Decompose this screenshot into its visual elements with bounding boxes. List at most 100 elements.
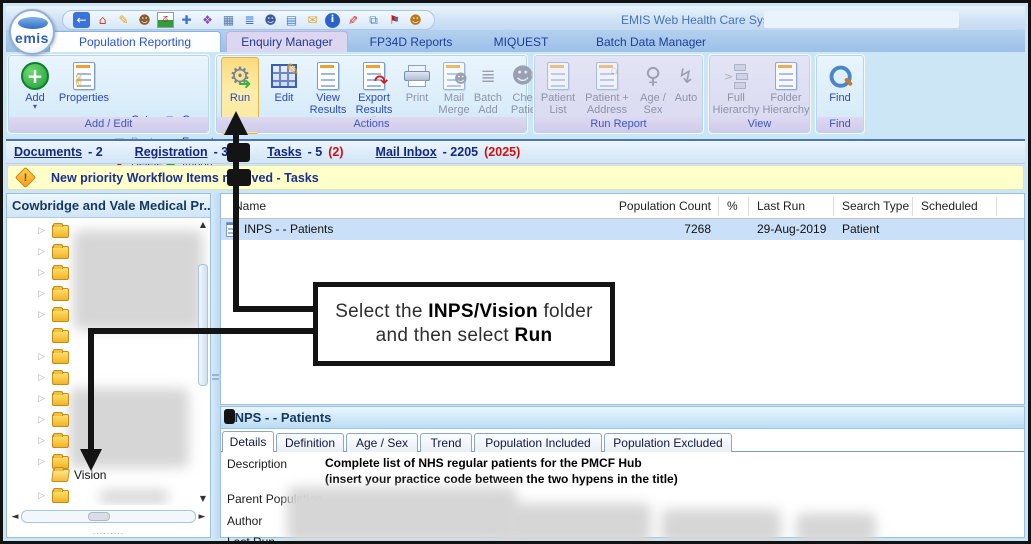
tree-folder-row[interactable]: ▷ <box>7 348 69 366</box>
red-pen-icon[interactable]: ✎ <box>345 12 361 29</box>
patient-list-button[interactable]: Patient List <box>537 58 579 120</box>
welsh-flag-icon[interactable]: ᘔ <box>157 12 174 28</box>
tasks-link[interactable]: Tasks - 5 (2) <box>267 145 343 159</box>
move-cross-icon[interactable]: ✚ <box>178 12 195 28</box>
properties-button[interactable]: ✌ Properties <box>58 58 110 120</box>
tab-enquiry-manager[interactable]: Enquiry Manager <box>226 31 348 52</box>
emis-logo[interactable]: emis <box>9 9 55 55</box>
find-button[interactable]: Find <box>820 58 860 120</box>
expand-icon[interactable]: ▷ <box>38 289 52 299</box>
emis-window: ← ⌂ ✎ ☻ ᘔ ✚ ❖ ▦ ≣ ☻ ▤ ✉ i ✎ ⧉ ⚑ ☻ ▾ EMIS… <box>0 0 1031 544</box>
mail-merge-button[interactable]: ☻ Mail Merge <box>434 58 474 120</box>
calendar-clock-icon[interactable]: ▦ <box>220 12 237 28</box>
description-value-line1: Complete list of NHS regular patients fo… <box>325 455 642 471</box>
mail-inbox-link[interactable]: Mail Inbox - 2205 (2025) <box>376 145 521 159</box>
expand-icon[interactable]: ▷ <box>38 436 52 446</box>
hscroll-track[interactable] <box>21 510 196 523</box>
column-scheduled[interactable]: Scheduled <box>921 194 978 219</box>
user-search-icon[interactable]: ☻ <box>136 12 153 28</box>
folder-icon <box>52 490 69 503</box>
export-results-button[interactable]: ↷ Export Results ▾ <box>350 58 398 120</box>
age-sex-button[interactable]: ♀ Age / Sex <box>634 58 672 120</box>
patient-address-button[interactable]: ⌂ Patient + Address <box>580 58 634 120</box>
table-row-inps-patients[interactable]: INPS - - Patients 7268 29-Aug-2019 Patie… <box>221 219 1024 240</box>
print-button[interactable]: Print <box>398 58 436 120</box>
tree-folder-row[interactable]: ▷ <box>7 390 69 408</box>
tree-horizontal-scrollbar[interactable]: ◄ ► <box>9 508 208 525</box>
tab-trend[interactable]: Trend <box>420 433 472 452</box>
scrollbar-thumb[interactable] <box>198 264 208 386</box>
expand-icon[interactable]: ▷ <box>38 491 52 501</box>
folder-icon <box>52 246 69 259</box>
emis-logo-swoosh <box>18 17 48 29</box>
resize-grip[interactable]: ......... <box>7 526 210 536</box>
tree-folder-row[interactable]: ▷ <box>7 487 69 505</box>
title-bar: ← ⌂ ✎ ☻ ᘔ ✚ ❖ ▦ ≣ ☻ ▤ ✉ i ✎ ⧉ ⚑ ☻ ▾ EMIS… <box>6 6 1025 30</box>
tab-age-sex[interactable]: Age / Sex <box>346 433 418 452</box>
registration-link[interactable]: Registration - 30 <box>135 145 235 159</box>
scroll-down-icon[interactable]: ▼ <box>198 494 208 503</box>
tree-folder-row[interactable] <box>7 327 69 345</box>
documents-link[interactable]: Documents - 2 <box>14 145 103 159</box>
scroll-left-icon[interactable]: ◄ <box>9 512 21 522</box>
tab-miquest[interactable]: MIQUEST <box>478 31 564 52</box>
add-button[interactable]: + Add ▾ <box>14 58 56 120</box>
column-search-type[interactable]: Search Type <box>842 194 909 219</box>
document-search-icon[interactable]: ⧉ <box>365 12 382 28</box>
user-status-icon[interactable]: ☻ <box>407 12 424 28</box>
expand-icon[interactable]: ▷ <box>38 394 52 404</box>
expand-icon[interactable]: ▷ <box>38 415 52 425</box>
tree-folder-row[interactable]: ▷ <box>7 222 69 240</box>
splitter-grip-icon <box>212 374 219 382</box>
tree-folder-row[interactable]: ▷ <box>7 243 69 261</box>
tab-population-included[interactable]: Population Included <box>474 433 602 452</box>
tree-folder-row[interactable]: ▷ <box>7 285 69 303</box>
expand-icon[interactable]: ▷ <box>38 310 52 320</box>
document-list-icon[interactable]: ≣ <box>241 12 258 28</box>
tree-folder-row[interactable]: ▷ <box>7 432 69 450</box>
view-results-icon <box>306 60 350 92</box>
document-icon[interactable]: ▤ <box>283 12 300 28</box>
expand-icon[interactable]: ▷ <box>38 226 52 236</box>
home-icon[interactable]: ⌂ <box>94 12 111 28</box>
auto-button[interactable]: ↯ Auto <box>670 58 702 120</box>
panel-splitter[interactable] <box>211 193 220 538</box>
envelope-icon[interactable]: ✉ <box>304 12 321 28</box>
purple-module-icon[interactable]: ❖ <box>199 12 216 28</box>
expand-icon[interactable]: ▷ <box>38 268 52 278</box>
tree-folder-row[interactable]: ▷ <box>7 369 69 387</box>
scroll-up-icon[interactable]: ▲ <box>198 220 208 229</box>
column-population-count[interactable]: Population Count <box>521 194 711 219</box>
scroll-right-icon[interactable]: ► <box>196 512 208 522</box>
tree-folder-row[interactable]: ▷ <box>7 306 69 324</box>
column-percent[interactable]: % <box>727 194 738 219</box>
tree-folder-row[interactable]: ▷ <box>7 264 69 282</box>
batch-add-button[interactable]: ≣ Batch Add ▾ <box>470 58 506 120</box>
view-results-button[interactable]: View Results <box>306 58 350 120</box>
tab-population-reporting[interactable]: Population Reporting <box>49 31 221 52</box>
expand-icon[interactable]: ▷ <box>38 373 52 383</box>
tab-fp34d-reports[interactable]: FP34D Reports <box>356 31 466 52</box>
qat-customize-icon[interactable]: ▾ <box>394 14 399 25</box>
hscroll-thumb[interactable] <box>88 512 110 521</box>
full-hierarchy-button[interactable]: > Full Hierarchy <box>711 58 761 120</box>
back-icon[interactable]: ← <box>73 12 90 28</box>
tree-vertical-scrollbar[interactable]: ▲ ▼ <box>197 220 209 503</box>
edit-pencil-icon[interactable]: ✎ <box>115 12 132 28</box>
ink-blob-notification <box>227 169 251 186</box>
expand-icon[interactable]: ▷ <box>38 247 52 257</box>
folder-hierarchy-button[interactable]: Folder Hierarchy <box>761 58 811 120</box>
tree-folder-row[interactable]: ▷ <box>7 411 69 429</box>
workflow-notification-bar[interactable]: New priority Workflow Items received - T… <box>7 165 1024 190</box>
info-icon[interactable]: i <box>325 13 340 28</box>
users-icon[interactable]: ☻ <box>262 12 279 28</box>
add-dropdown-caret[interactable]: ▾ <box>14 104 56 110</box>
expand-icon[interactable]: ▷ <box>38 352 52 362</box>
tab-population-excluded[interactable]: Population Excluded <box>604 433 732 452</box>
edit-button[interactable]: ✎ Edit <box>264 58 304 120</box>
tab-definition[interactable]: Definition <box>276 433 344 452</box>
folder-tree[interactable]: ▷ ▷ ▷ ▷ ▷ ▷ ▷ ▷ ▷ ▷ ▷ Vision ▷ <box>7 218 210 505</box>
tab-details[interactable]: Details <box>222 431 274 452</box>
column-last-run[interactable]: Last Run <box>757 194 805 219</box>
tab-batch-data-manager[interactable]: Batch Data Manager <box>576 31 726 52</box>
